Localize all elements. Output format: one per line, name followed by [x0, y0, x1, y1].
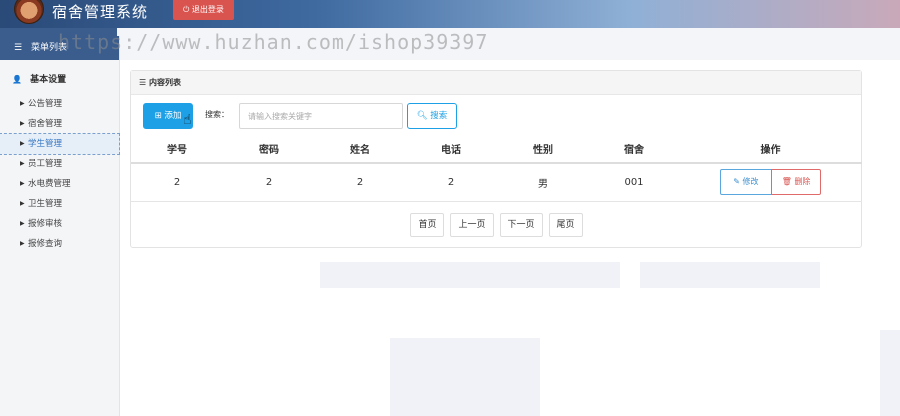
hand-cursor-icon: ☝	[183, 112, 192, 128]
column-header: 学号	[131, 135, 223, 164]
cell-phone: 2	[405, 163, 497, 202]
search-input[interactable]	[239, 103, 403, 129]
cell-id: 2	[131, 163, 223, 202]
top-header: 宿舍管理系统 ⏻ 退出登录	[0, 0, 900, 28]
cell-gender: 男	[497, 163, 589, 202]
edit-label: 修改	[742, 177, 759, 187]
background-decoration	[390, 338, 540, 416]
add-label: 添加	[164, 111, 182, 121]
content-panel: ☰ 内容列表 ⊞ 添加 搜索： 🔍︎ 搜索 学号 密码 姓名 电话 性别 宿舍 …	[130, 70, 862, 248]
next-page-button[interactable]: 下一页	[499, 213, 543, 237]
background-decoration	[880, 330, 900, 416]
user-avatar-icon	[14, 0, 44, 24]
edit-icon: ✎	[733, 177, 743, 187]
caret-right-icon: ▶	[20, 120, 25, 127]
column-header: 性别	[497, 135, 589, 164]
sidebar: ☰ 菜单列表 👤 基本设置 ▶ 公告管理 ▶ 宿舍管理 ▶ 学生管理 ▶ 员工管理 ▶ 水…	[0, 36, 120, 416]
cell-password: 2	[223, 163, 315, 202]
sidebar-item-hygiene[interactable]: ▶ 卫生管理	[0, 194, 119, 214]
sidebar-item-notice[interactable]: ▶ 公告管理	[0, 94, 119, 114]
watermark: https://www.huzhan.com/ishop39397	[58, 30, 489, 54]
section-title-label: 基本设置	[30, 75, 67, 85]
power-icon: ⏻	[183, 5, 190, 14]
column-header: 姓名	[315, 135, 405, 164]
edit-button[interactable]: ✎ 修改	[719, 169, 772, 196]
user-icon: 👤	[12, 75, 22, 84]
section-basic-settings[interactable]: 👤 基本设置	[0, 72, 119, 88]
student-table: 学号 密码 姓名 电话 性别 宿舍 操作 2 2 2 2 男 001 ✎ 修改 …	[131, 135, 862, 202]
search-button[interactable]: 🔍︎ 搜索	[407, 103, 457, 129]
list-icon: ☰	[139, 78, 149, 87]
table-header-row: 学号 密码 姓名 电话 性别 宿舍 操作	[131, 135, 862, 164]
caret-right-icon: ▶	[20, 140, 25, 147]
pagination: 首页 上一页 下一页 尾页	[131, 213, 862, 237]
caret-right-icon: ▶	[20, 160, 25, 167]
toolbar: ⊞ 添加 搜索： 🔍︎ 搜索	[131, 95, 861, 131]
column-header: 操作	[679, 135, 862, 164]
search-button-label: 搜索	[430, 111, 448, 121]
table-row: 2 2 2 2 男 001 ✎ 修改 🗑︎ 删除	[131, 163, 862, 202]
sidebar-item-staff[interactable]: ▶ 员工管理	[0, 154, 119, 174]
column-header: 密码	[223, 135, 315, 164]
sidebar-item-dorm[interactable]: ▶ 宿舍管理	[0, 114, 119, 134]
column-header: 电话	[405, 135, 497, 164]
panel-header: ☰ 内容列表	[131, 71, 861, 95]
sidebar-menu-list: ▶ 公告管理 ▶ 宿舍管理 ▶ 学生管理 ▶ 员工管理 ▶ 水电费管理 ▶ 卫生管理 ▶ 报修…	[0, 94, 120, 254]
caret-right-icon: ▶	[20, 200, 25, 207]
panel-title: 内容列表	[148, 78, 181, 87]
column-header: 宿舍	[589, 135, 679, 164]
first-page-button[interactable]: 首页	[410, 213, 445, 237]
background-decoration	[320, 262, 620, 288]
sidebar-item-student[interactable]: ▶ 学生管理	[0, 133, 120, 155]
search-label: 搜索：	[205, 110, 229, 119]
sidebar-item-utility[interactable]: ▶ 水电费管理	[0, 174, 119, 194]
caret-right-icon: ▶	[20, 100, 25, 107]
background-decoration	[640, 262, 820, 288]
cell-name: 2	[315, 163, 405, 202]
cell-actions: ✎ 修改 🗑︎ 删除	[679, 163, 862, 202]
logout-label: 退出登录	[191, 5, 224, 14]
app-title: 宿舍管理系统	[52, 3, 149, 21]
sidebar-item-repair-review[interactable]: ▶ 报修审核	[0, 214, 119, 234]
cell-dorm: 001	[589, 163, 679, 202]
search-icon: 🔍︎	[416, 111, 431, 121]
plus-square-icon: ⊞	[154, 111, 165, 121]
logout-button[interactable]: ⏻ 退出登录	[173, 0, 234, 20]
delete-label: 删除	[794, 177, 811, 187]
caret-right-icon: ▶	[20, 180, 25, 187]
caret-right-icon: ▶	[20, 220, 25, 227]
caret-right-icon: ▶	[20, 240, 25, 247]
sidebar-item-repair-query[interactable]: ▶ 报修查询	[0, 234, 119, 254]
prev-page-button[interactable]: 上一页	[450, 213, 494, 237]
delete-button[interactable]: 🗑︎ 删除	[771, 169, 822, 196]
trash-icon: 🗑︎	[781, 177, 795, 187]
last-page-button[interactable]: 尾页	[548, 213, 583, 237]
list-icon: ☰	[14, 43, 23, 53]
